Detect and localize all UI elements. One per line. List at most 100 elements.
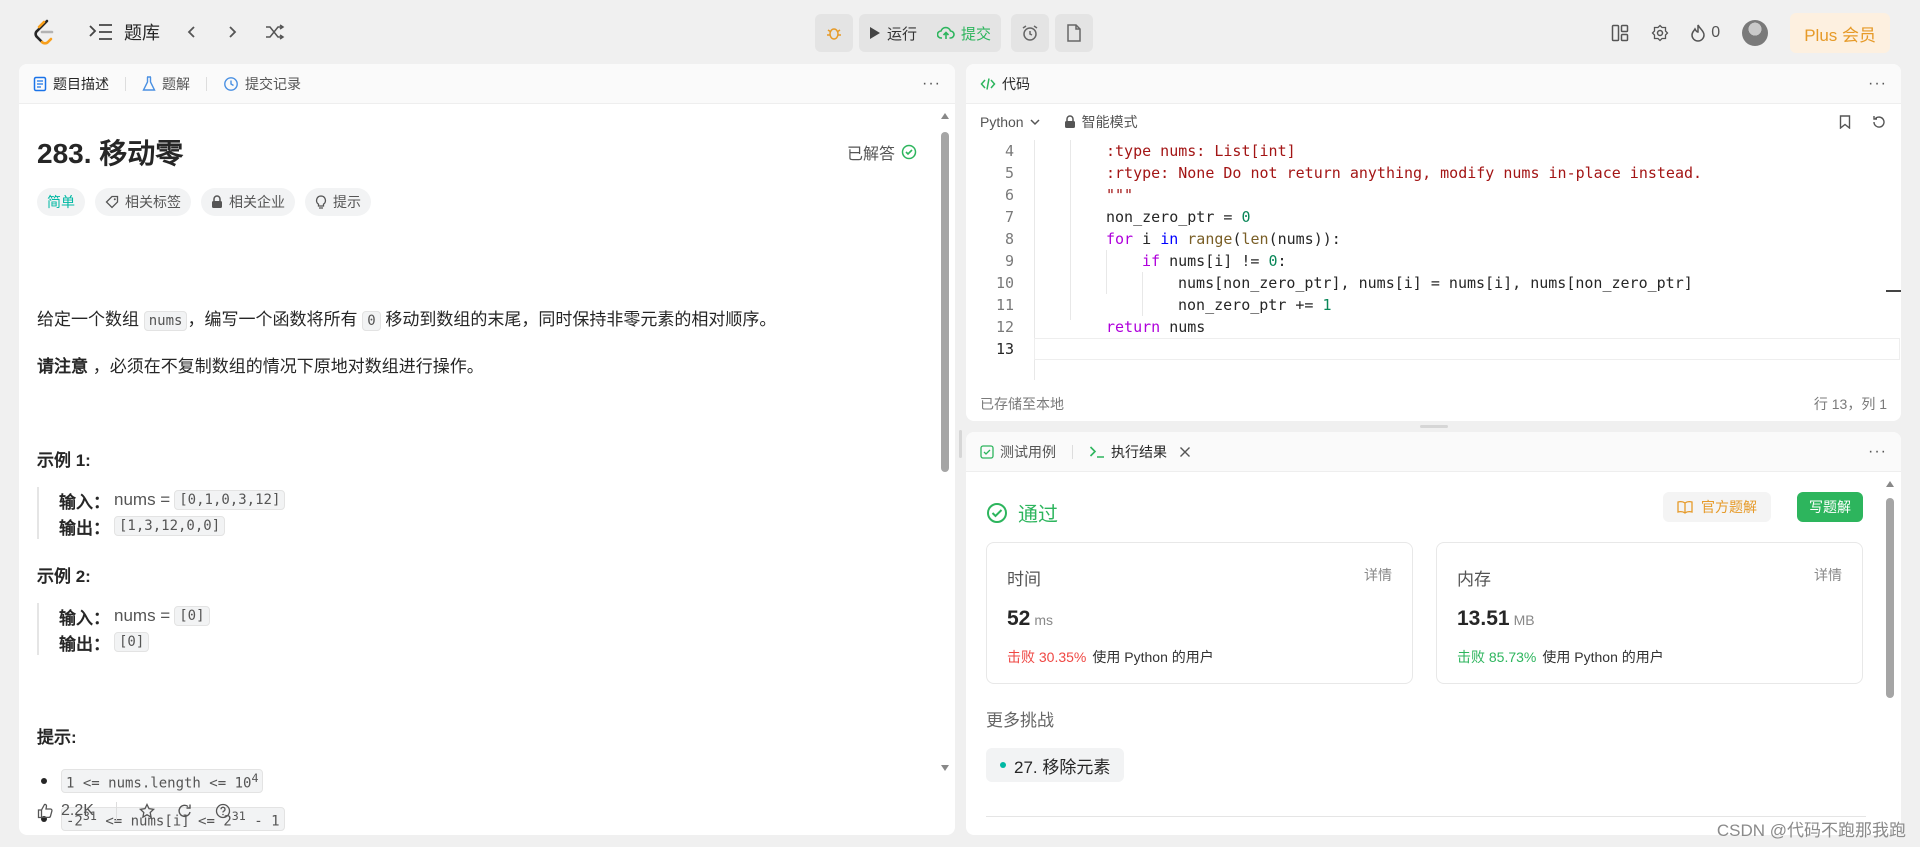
output-label: 输出： (59, 634, 110, 654)
star-icon[interactable] (138, 803, 155, 819)
settings-gear-icon[interactable] (1651, 24, 1669, 42)
scroll-up-icon[interactable] (1885, 480, 1895, 488)
code-line: 8 for i in range(len(nums)): (966, 228, 1901, 250)
output-value: [1,3,12,0,0] (114, 516, 226, 536)
input-value: [0] (174, 606, 210, 626)
tag-row: 简单 相关标签 相关企业 提示 (37, 188, 371, 216)
checkbox-icon (980, 444, 994, 459)
fire-icon (1691, 24, 1706, 42)
input-value: [0,1,0,3,12] (174, 490, 286, 510)
official-label: 官方题解 (1701, 499, 1757, 515)
code-line: 4:type nums: List[int] (966, 140, 1901, 162)
run-label: 运行 (887, 25, 918, 43)
timer-button[interactable] (1011, 14, 1050, 52)
like-button[interactable]: 2.2K (37, 802, 94, 820)
result-status: 通过 (986, 498, 1058, 527)
leetcode-logo-icon[interactable] (30, 18, 58, 46)
memory-value: 13.51 MB (1457, 607, 1535, 631)
help-icon[interactable] (215, 803, 231, 819)
line-number: 12 (995, 318, 1014, 336)
beat-text: 使用 Python 的用户 (1542, 649, 1664, 665)
like-count: 2.2K (61, 802, 94, 819)
note-bold: 请注意 (37, 357, 88, 376)
notes-button[interactable] (1055, 14, 1094, 52)
output-label: 输出： (59, 518, 110, 538)
result-scrollbar[interactable] (1885, 480, 1895, 820)
problem-list-button[interactable]: 题库 (88, 18, 160, 46)
lock-icon (1064, 115, 1075, 128)
scrollbar-thumb[interactable] (1886, 498, 1894, 698)
related-companies-button[interactable]: 相关企业 (201, 188, 295, 216)
code-text: :rtype: None Do not return anything, mod… (1106, 164, 1703, 182)
line-number: 7 (1004, 208, 1014, 226)
solved-status: 已解答 (847, 140, 917, 164)
description-scrollbar[interactable] (940, 112, 950, 772)
memory-card[interactable]: 内存 详情 13.51 MB 击败 85.73% 使用 Python 的用户 (1436, 542, 1863, 684)
line-number: 6 (1004, 186, 1014, 204)
inline-code: 0 (362, 311, 381, 331)
input-label: 输入： (59, 492, 110, 512)
more-options-icon[interactable]: ··· (1868, 75, 1887, 93)
tab-label: 代码 (1002, 75, 1030, 92)
official-solution-button[interactable]: 官方题解 (1663, 492, 1771, 522)
next-problem-icon[interactable] (225, 25, 239, 39)
scroll-up-icon[interactable] (940, 112, 950, 120)
note-icon (1067, 24, 1081, 42)
language-select[interactable]: Python (980, 114, 1040, 130)
smart-mode-toggle[interactable]: 智能模式 (1064, 112, 1138, 132)
share-icon[interactable] (177, 803, 193, 819)
memory-unit: MB (1513, 612, 1535, 628)
avatar[interactable] (1742, 20, 1769, 46)
alarm-clock-icon (1022, 25, 1038, 41)
tab-result[interactable]: 执行结果 (1089, 442, 1191, 462)
lightbulb-icon (315, 195, 327, 209)
save-status: 已存储至本地 (980, 396, 1064, 412)
debug-button[interactable] (815, 14, 853, 52)
streak-counter[interactable]: 0 (1691, 24, 1720, 42)
layout-icon[interactable] (1611, 24, 1629, 42)
write-label: 写题解 (1809, 499, 1851, 515)
run-button[interactable]: 运行 (859, 14, 927, 52)
vertical-resize-handle[interactable] (959, 430, 962, 458)
input-var: nums = (114, 606, 171, 625)
runtime-card[interactable]: 时间 详情 52 ms 击败 30.35% 使用 Python 的用户 (986, 542, 1413, 684)
result-panel: 测试用例 执行结果 ··· 通过 官方题解 写题解 时间 详情 52 ms 击败 … (966, 432, 1901, 835)
line-number: 5 (1004, 164, 1014, 182)
challenge-link[interactable]: 27. 移除元素 (986, 748, 1125, 782)
code-editor[interactable]: 4:type nums: List[int] 5 :rtype: None Do … (966, 140, 1901, 380)
write-solution-button[interactable]: 写题解 (1797, 492, 1863, 522)
code-panel-header: 代码 ··· (966, 64, 1901, 104)
divider (115, 802, 117, 820)
plus-label: Plus 会员 (1804, 25, 1876, 45)
tab-code[interactable]: 代码 (980, 74, 1030, 94)
terminal-icon (1089, 445, 1104, 458)
scroll-down-icon[interactable] (940, 764, 950, 772)
close-icon[interactable] (1179, 446, 1191, 458)
list-icon (89, 24, 112, 40)
scrollbar-thumb[interactable] (941, 132, 949, 472)
code-panel: 代码 ··· Python 智能模式 4:type nums: List[int… (966, 64, 1901, 421)
fire-count: 0 (1711, 24, 1721, 41)
related-tags-button[interactable]: 相关标签 (95, 188, 191, 216)
prev-problem-icon[interactable] (185, 25, 199, 39)
top-bar: 题库 运行 提交 0 Plus 会员 (0, 0, 1920, 64)
desc-text: 给定一个数组 (37, 310, 144, 329)
runtime-detail-link[interactable]: 详情 (1364, 565, 1392, 585)
resize-handle[interactable] (1420, 425, 1448, 428)
difficulty-label: 简单 (47, 194, 75, 210)
bookmark-icon[interactable] (1839, 115, 1851, 129)
submit-button[interactable]: 提交 (927, 14, 1001, 52)
more-options-icon[interactable]: ··· (1868, 443, 1887, 461)
editor-status-bar: 已存储至本地 行 13，列 1 (966, 387, 1901, 421)
hints-button[interactable]: 提示 (305, 188, 371, 216)
tab-testcase[interactable]: 测试用例 (980, 442, 1056, 462)
desc-text: ，编写一个函数将所有 (187, 310, 363, 329)
reset-icon[interactable] (1871, 114, 1887, 130)
shuffle-icon[interactable] (265, 24, 285, 40)
plus-member-button[interactable]: Plus 会员 (1790, 13, 1890, 53)
code-line: 6 """ (966, 184, 1901, 206)
code-line: 5 :rtype: None Do not return anything, mo… (966, 162, 1901, 184)
memory-detail-link[interactable]: 详情 (1814, 565, 1842, 585)
mode-label: 智能模式 (1081, 114, 1138, 130)
beat-percent: 击败 30.35% (1007, 649, 1087, 665)
